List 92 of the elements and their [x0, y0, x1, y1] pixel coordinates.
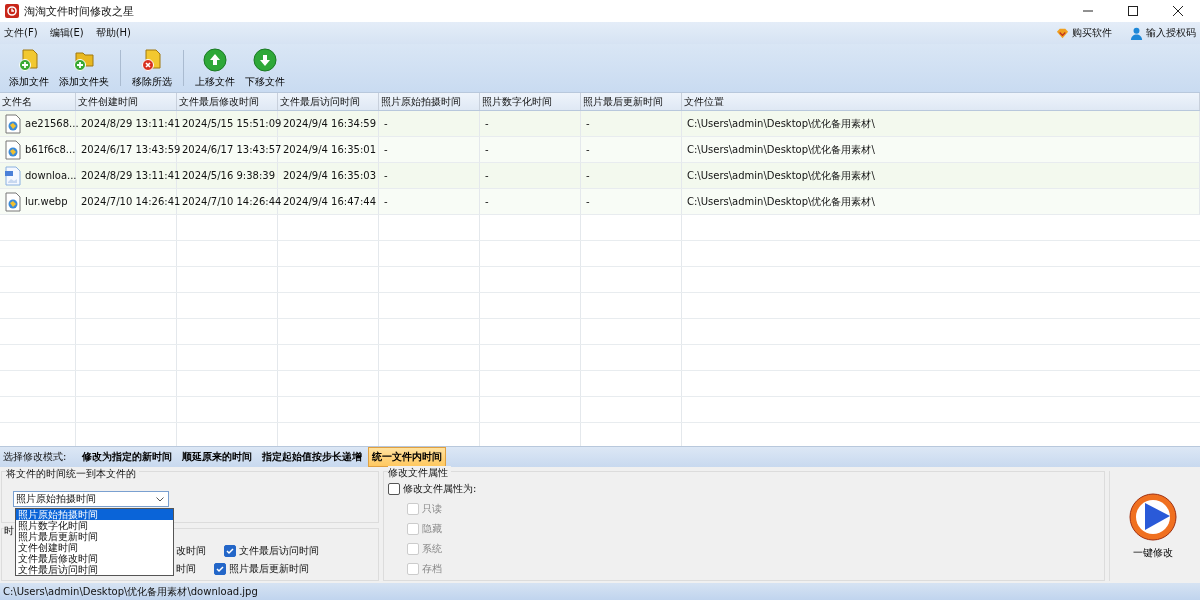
image-file-icon	[5, 113, 21, 134]
chevron-down-icon	[156, 496, 164, 502]
menu-item[interactable]: 帮助(H)	[95, 26, 131, 40]
close-icon[interactable]	[1173, 6, 1183, 16]
table-cell: -	[485, 118, 489, 129]
table-cell: C:\Users\admin\Desktop\优化备用素材\	[687, 194, 875, 209]
status-bar: C:\Users\admin\Desktop\优化备用素材\download.jpg	[0, 583, 1200, 600]
table-cell: -	[485, 170, 489, 181]
table-cell: 2024/8/29 13:11:41	[81, 118, 181, 129]
table-cell: C:\Users\admin\Desktop\优化备用素材\	[687, 116, 875, 131]
dropdown-option[interactable]: 文件创建时间	[16, 542, 173, 553]
table-cell: 2024/5/15 15:51:09	[182, 118, 282, 129]
arrow-down-icon	[253, 47, 277, 72]
checkbox-label: 时间	[176, 562, 196, 576]
table-cell: b61f6c8...	[25, 144, 76, 155]
time-dropdown[interactable]: 照片原始拍摄时间	[13, 491, 169, 507]
run-button[interactable]: 一键修改	[1122, 491, 1184, 561]
table-cell: 2024/7/10 14:26:41	[81, 196, 181, 207]
checkbox[interactable]	[388, 483, 400, 495]
menu-item[interactable]: 文件(F)	[4, 26, 38, 40]
toolbar-button[interactable]: 上移文件	[191, 47, 239, 89]
table-cell: downloa...	[25, 170, 77, 181]
group-title: 将文件的时间统一到本文件的	[6, 467, 139, 481]
table-cell: -	[485, 196, 489, 207]
table-cell: C:\Users\admin\Desktop\优化备用素材\	[687, 142, 875, 157]
column-header[interactable]: 文件最后修改时间	[177, 93, 278, 110]
mode-tab[interactable]: 统一文件内时间	[368, 447, 447, 467]
table-cell: ae21568...	[25, 118, 79, 129]
dropdown-option[interactable]: 照片原始拍摄时间	[16, 509, 173, 520]
diamond-icon	[1056, 26, 1069, 40]
dropdown-option[interactable]: 照片数字化时间	[16, 520, 173, 531]
checkbox-label: 修改文件属性为:	[403, 482, 477, 496]
play-icon	[1128, 492, 1178, 542]
file-remove-icon	[140, 47, 164, 72]
table-cell: 2024/9/4 16:35:03	[283, 170, 376, 181]
column-header[interactable]: 文件创建时间	[76, 93, 177, 110]
group-title: 修改文件属性	[388, 466, 451, 480]
checkbox-label: 改时间	[176, 544, 206, 558]
table-cell: -	[586, 170, 590, 181]
toolbar-button[interactable]: 下移文件	[241, 47, 289, 89]
menu-item[interactable]: 编辑(E)	[49, 26, 84, 40]
checkbox-label: 系统	[422, 542, 442, 556]
window-title: 淘淘文件时间修改之星	[24, 3, 134, 19]
checkbox-label: 隐藏	[422, 522, 442, 536]
table-cell: -	[586, 144, 590, 155]
table-cell: -	[586, 196, 590, 207]
column-header[interactable]: 照片原始拍摄时间	[379, 93, 480, 110]
table-cell: lur.webp	[25, 196, 68, 207]
mode-tab[interactable]: 顺延原来的时间	[178, 447, 257, 467]
table-cell: 2024/9/4 16:34:59	[283, 118, 376, 129]
menu-link[interactable]: 购买软件	[1072, 26, 1112, 40]
app-logo-icon	[5, 4, 19, 18]
column-header[interactable]: 文件位置	[682, 93, 1200, 110]
maximize-icon[interactable]	[1128, 6, 1138, 16]
menu-link[interactable]: 输入授权码	[1146, 26, 1196, 40]
table-cell: 2024/7/10 14:26:44	[182, 196, 282, 207]
table-cell: 2024/6/17 13:43:59	[81, 144, 181, 155]
mode-label: 选择修改模式:	[3, 450, 67, 464]
checkbox-label: 文件最后访问时间	[239, 544, 319, 558]
table-cell: -	[384, 144, 388, 155]
checkbox-label: 存档	[422, 562, 442, 576]
user-icon	[1130, 26, 1143, 40]
column-header[interactable]: 文件名	[0, 93, 76, 110]
table-cell: C:\Users\admin\Desktop\优化备用素材\	[687, 168, 875, 183]
table-cell: 2024/9/4 16:35:01	[283, 144, 376, 155]
checkbox-label: 只读	[422, 502, 442, 516]
table-cell: -	[384, 170, 388, 181]
dropdown-option[interactable]: 照片最后更新时间	[16, 531, 173, 542]
toolbar-button[interactable]: 移除所选	[128, 47, 176, 89]
jpg-file-icon	[5, 165, 21, 186]
mode-tab[interactable]: 指定起始值按步长递增	[258, 447, 367, 467]
checkbox[interactable]	[224, 545, 236, 557]
dropdown-option[interactable]: 文件最后修改时间	[16, 553, 173, 564]
column-header[interactable]: 照片数字化时间	[480, 93, 581, 110]
file-add-icon	[17, 47, 41, 72]
checkbox-label: 照片最后更新时间	[229, 562, 309, 576]
table-cell: -	[485, 144, 489, 155]
checkbox[interactable]	[214, 563, 226, 575]
table-cell: 2024/6/17 13:43:57	[182, 144, 282, 155]
table-cell: 2024/5/16 9:38:39	[182, 170, 275, 181]
toolbar-button[interactable]: 添加文件	[5, 47, 53, 89]
column-header[interactable]: 照片最后更新时间	[581, 93, 682, 110]
table-cell: 2024/8/29 13:11:41	[81, 170, 181, 181]
toolbar-button[interactable]: 添加文件夹	[55, 47, 113, 89]
column-header[interactable]: 文件最后访问时间	[278, 93, 379, 110]
arrow-up-icon	[203, 47, 227, 72]
table-cell: -	[384, 196, 388, 207]
table-cell: 2024/9/4 16:47:44	[283, 196, 376, 207]
dropdown-option[interactable]: 文件最后访问时间	[16, 564, 173, 575]
table-cell: -	[586, 118, 590, 129]
mode-tab[interactable]: 修改为指定的新时间	[78, 447, 177, 467]
table-cell: -	[384, 118, 388, 129]
